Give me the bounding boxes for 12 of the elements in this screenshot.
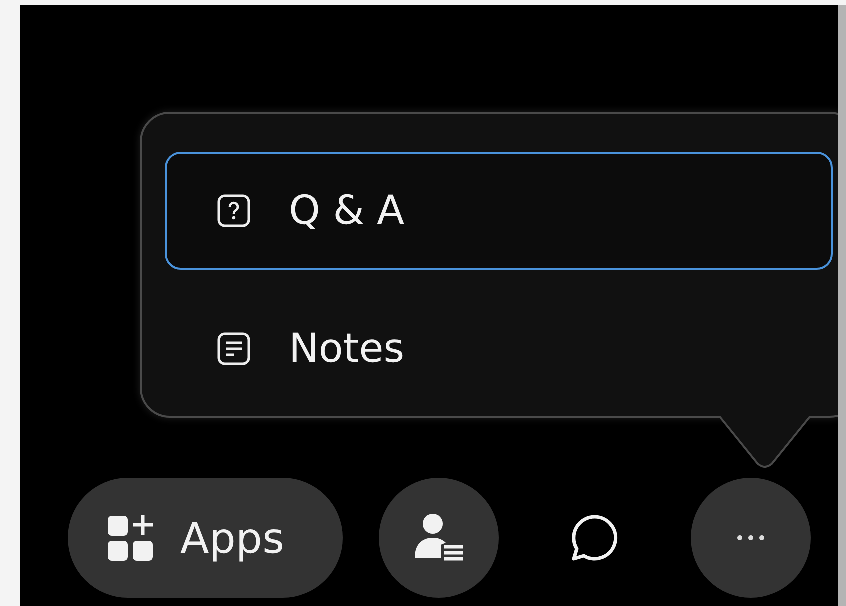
menu-item[interactable]: Q & A (165, 152, 833, 270)
question-icon (217, 194, 251, 228)
menu-item-label: Q & A (289, 188, 404, 234)
scrollbar[interactable] (838, 5, 846, 606)
menu-item[interactable]: Notes (165, 290, 833, 408)
menu-item-label: Notes (289, 326, 405, 372)
apps-add-icon (106, 514, 155, 562)
more-icon (736, 534, 766, 542)
chat-icon (570, 513, 620, 563)
notes-icon (217, 332, 251, 366)
person-list-icon (413, 512, 465, 564)
apps-button[interactable]: Apps (68, 478, 343, 598)
